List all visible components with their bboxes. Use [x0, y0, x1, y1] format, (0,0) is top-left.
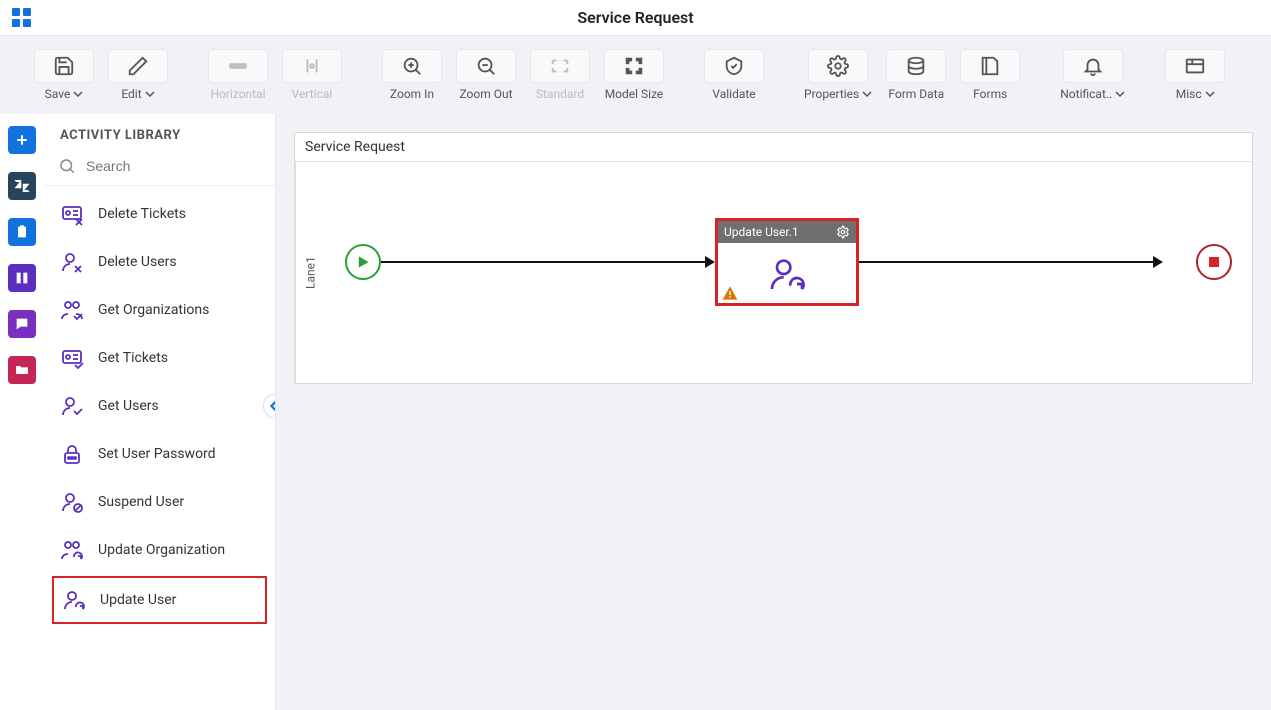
zoom-out-button[interactable]: Zoom Out [452, 47, 520, 103]
user-get-icon [60, 394, 84, 418]
user-delete-icon [60, 250, 84, 274]
end-node[interactable] [1196, 244, 1232, 280]
activity-label: Update User.1 [724, 225, 799, 239]
chat-icon[interactable] [8, 310, 36, 338]
lib-item-get-users[interactable]: Get Users [44, 382, 275, 430]
zoom-model-size-button[interactable]: Model Size [600, 47, 668, 103]
search-input[interactable] [84, 157, 269, 175]
edit-button[interactable]: Edit [104, 47, 172, 103]
lib-item-delete-tickets[interactable]: Delete Tickets [44, 190, 275, 238]
app-grid-icon[interactable] [10, 6, 34, 30]
zoom-in-button[interactable]: Zoom In [378, 47, 446, 103]
clipboard-icon[interactable] [8, 218, 36, 246]
lane-label: Lane1 [295, 162, 325, 383]
toolbar: Save Edit Horizontal Vertical Zoom In Zo… [0, 36, 1271, 114]
org-get-icon [60, 298, 84, 322]
flow-arrow [381, 261, 713, 263]
zendesk-icon[interactable] [8, 172, 36, 200]
lib-item-get-tickets[interactable]: Get Tickets [44, 334, 275, 382]
org-update-icon [60, 538, 84, 562]
form-data-button[interactable]: Form Data [882, 47, 950, 103]
align-vertical-button[interactable]: Vertical [278, 47, 346, 103]
canvas-title: Service Request [295, 133, 1252, 162]
properties-button[interactable]: Properties [800, 47, 876, 103]
forms-button[interactable]: Forms [956, 47, 1024, 103]
align-horizontal-button[interactable]: Horizontal [204, 47, 272, 103]
gear-icon[interactable] [836, 225, 850, 239]
user-update-icon [62, 588, 86, 612]
page-title: Service Request [44, 8, 1227, 27]
start-node[interactable] [345, 244, 381, 280]
lock-icon [60, 442, 84, 466]
lib-item-label: Set User Password [98, 446, 216, 462]
ticket-delete-icon [60, 202, 84, 226]
activity-node-update-user[interactable]: Update User.1 [715, 218, 859, 306]
lib-item-label: Suspend User [98, 494, 184, 510]
activity-library-sidebar: ACTIVITY LIBRARY Delete Tickets Delete U… [44, 114, 276, 710]
sidebar-heading: ACTIVITY LIBRARY [60, 128, 275, 143]
lib-item-delete-users[interactable]: Delete Users [44, 238, 275, 286]
misc-button[interactable]: Misc [1161, 47, 1229, 103]
lib-item-label: Get Organizations [98, 302, 209, 318]
warning-icon [722, 285, 738, 301]
save-button[interactable]: Save [30, 47, 98, 103]
flow-arrow [859, 261, 1161, 263]
lib-item-get-organizations[interactable]: Get Organizations [44, 286, 275, 334]
ticket-get-icon [60, 346, 84, 370]
chevron-down-icon [862, 89, 872, 99]
zoom-standard-button[interactable]: Standard [526, 47, 594, 103]
folder-icon[interactable] [8, 356, 36, 384]
left-rail [0, 114, 44, 710]
chevron-down-icon [73, 89, 83, 99]
user-update-icon [767, 254, 807, 294]
search-icon [58, 157, 76, 175]
columns-icon[interactable] [8, 264, 36, 292]
lib-item-label: Delete Tickets [98, 206, 186, 222]
lib-item-set-user-password[interactable]: Set User Password [44, 430, 275, 478]
lib-item-label: Delete Users [98, 254, 177, 270]
lib-item-label: Update Organization [98, 542, 225, 558]
lib-item-label: Get Tickets [98, 350, 168, 366]
chevron-down-icon [1115, 89, 1125, 99]
notifications-button[interactable]: Notificat.. [1056, 47, 1129, 103]
lib-item-label: Get Users [98, 398, 159, 414]
lib-item-update-organization[interactable]: Update Organization [44, 526, 275, 574]
chevron-down-icon [1205, 89, 1215, 99]
lib-item-suspend-user[interactable]: Suspend User [44, 478, 275, 526]
add-icon[interactable] [8, 126, 36, 154]
user-suspend-icon [60, 490, 84, 514]
process-canvas[interactable]: Service Request Lane1 Update User.1 [294, 132, 1253, 384]
validate-button[interactable]: Validate [700, 47, 768, 103]
lib-item-label: Update User [100, 592, 176, 608]
lib-item-update-user[interactable]: Update User [52, 576, 267, 624]
chevron-down-icon [145, 89, 155, 99]
